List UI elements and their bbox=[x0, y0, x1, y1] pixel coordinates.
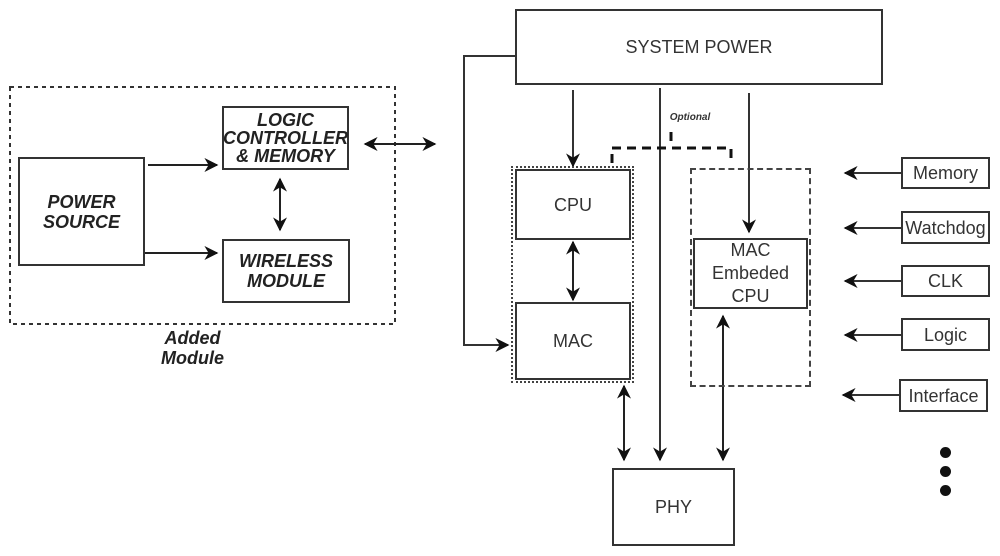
power-source-line1: POWER bbox=[47, 191, 116, 212]
optional-label: Optional bbox=[669, 112, 711, 123]
phy-label: PHY bbox=[654, 497, 692, 517]
peripheral-interface: Interface bbox=[899, 379, 988, 412]
peripheral-watchdog: Watchdog bbox=[901, 211, 990, 244]
ellipsis-dot-2 bbox=[940, 466, 951, 477]
arrow-syspower-to-mac bbox=[463, 55, 515, 352]
added-module-caption-line2: Module bbox=[161, 348, 224, 368]
optional-bracket bbox=[610, 146, 733, 163]
peripheral-watchdog-label: Watchdog bbox=[905, 217, 986, 238]
added-module-caption-line1: Added bbox=[164, 328, 221, 348]
mac-embedded-cpu-block: MAC Embeded CPU bbox=[693, 238, 808, 309]
power-source-line2: SOURCE bbox=[42, 211, 120, 232]
cpu-label: CPU bbox=[553, 194, 592, 215]
system-power-label: SYSTEM POWER bbox=[625, 37, 773, 57]
peripheral-memory-label: Memory bbox=[912, 163, 978, 183]
peripheral-logic-label: Logic bbox=[923, 324, 968, 345]
peripheral-clk: CLK bbox=[901, 265, 990, 297]
ellipsis-dot-3 bbox=[940, 485, 951, 496]
logic-controller-block: LOGIC CONTROLLER & MEMORY bbox=[222, 106, 349, 170]
phy-block: PHY bbox=[612, 468, 735, 546]
power-source-block: POWER SOURCE bbox=[18, 157, 145, 266]
peripheral-clk-label: CLK bbox=[927, 271, 963, 291]
logic-controller-line3: & MEMORY bbox=[236, 146, 335, 166]
mac-block: MAC bbox=[515, 302, 631, 380]
added-module-caption: Added Module bbox=[140, 328, 245, 368]
peripheral-interface-label: Interface bbox=[908, 385, 979, 406]
cpu-block: CPU bbox=[515, 169, 631, 240]
mac-embedded-line3: CPU bbox=[731, 286, 770, 306]
system-power-block: SYSTEM POWER bbox=[515, 9, 883, 85]
wireless-module-line1: WIRELESS bbox=[238, 251, 333, 271]
mac-embedded-line1: MAC bbox=[730, 240, 771, 260]
logic-controller-line1: LOGIC bbox=[257, 110, 314, 130]
peripheral-memory: Memory bbox=[901, 157, 990, 189]
diagram-canvas: POWER SOURCE LOGIC CONTROLLER & MEMORY W… bbox=[0, 0, 1000, 556]
logic-controller-line2: CONTROLLER bbox=[223, 128, 348, 148]
wireless-module-line2: MODULE bbox=[246, 271, 325, 291]
wireless-module-block: WIRELESS MODULE bbox=[222, 239, 350, 303]
mac-label: MAC bbox=[553, 331, 593, 351]
peripheral-logic: Logic bbox=[901, 318, 990, 351]
mac-embedded-line2: Embeded bbox=[711, 263, 790, 283]
ellipsis-dot-1 bbox=[940, 447, 951, 458]
